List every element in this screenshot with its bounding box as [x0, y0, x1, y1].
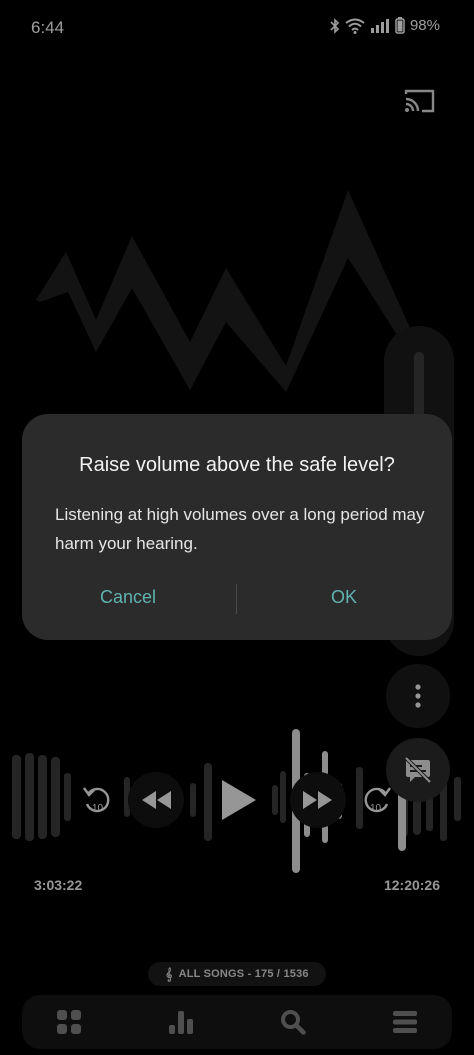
library-label: ALL SONGS - 175 / 1536 [178, 968, 309, 980]
menu-icon [393, 1011, 417, 1033]
cancel-button[interactable]: Cancel [38, 582, 218, 612]
fast-forward-icon [303, 791, 332, 809]
cast-icon [404, 89, 435, 113]
play-button[interactable] [206, 768, 270, 832]
bottom-nav [22, 995, 452, 1049]
battery-percent: 98% [409, 17, 440, 34]
ok-button[interactable]: OK [254, 582, 434, 612]
nav-menu[interactable] [388, 1005, 422, 1039]
cast-button[interactable] [404, 88, 444, 120]
grid-icon [57, 1010, 81, 1034]
safe-volume-dialog: Raise volume above the safe level? Liste… [22, 414, 452, 640]
next-button[interactable] [290, 772, 346, 828]
previous-button[interactable] [128, 772, 184, 828]
status-icons: 98% [330, 17, 440, 34]
nav-equalizer[interactable] [164, 1005, 198, 1039]
rewind-seconds: 10 [92, 803, 104, 814]
wifi-icon [345, 18, 365, 34]
music-note-icon: 𝄞 [165, 966, 173, 981]
dialog-title: Raise volume above the safe level? [79, 454, 395, 476]
forward-seconds: 10 [370, 803, 382, 814]
search-icon [281, 1010, 306, 1035]
fast-rewind-icon [142, 791, 171, 809]
status-time: 6:44 [31, 18, 65, 37]
battery-icon [395, 17, 405, 34]
nav-grid[interactable] [52, 1005, 86, 1039]
lyrics-off-icon [404, 756, 432, 784]
rewind-10-button[interactable]: 10 [78, 780, 118, 820]
play-icon [222, 780, 256, 820]
nav-search[interactable] [276, 1005, 310, 1039]
lyrics-off-button[interactable] [386, 738, 450, 802]
status-bar: 6:44 98% [0, 0, 474, 56]
total-time: 12:20:26 [383, 877, 440, 893]
more-options-button[interactable] [386, 664, 450, 728]
library-chip[interactable]: 𝄞 ALL SONGS - 175 / 1536 [148, 962, 326, 986]
elapsed-time: 3:03:22 [34, 877, 83, 893]
bluetooth-icon [330, 17, 340, 34]
dialog-message: Listening at high volumes over a long pe… [55, 505, 425, 553]
equalizer-icon [169, 1011, 193, 1034]
signal-icon [370, 18, 389, 33]
more-vert-icon [415, 684, 421, 708]
dialog-button-divider [236, 584, 237, 614]
